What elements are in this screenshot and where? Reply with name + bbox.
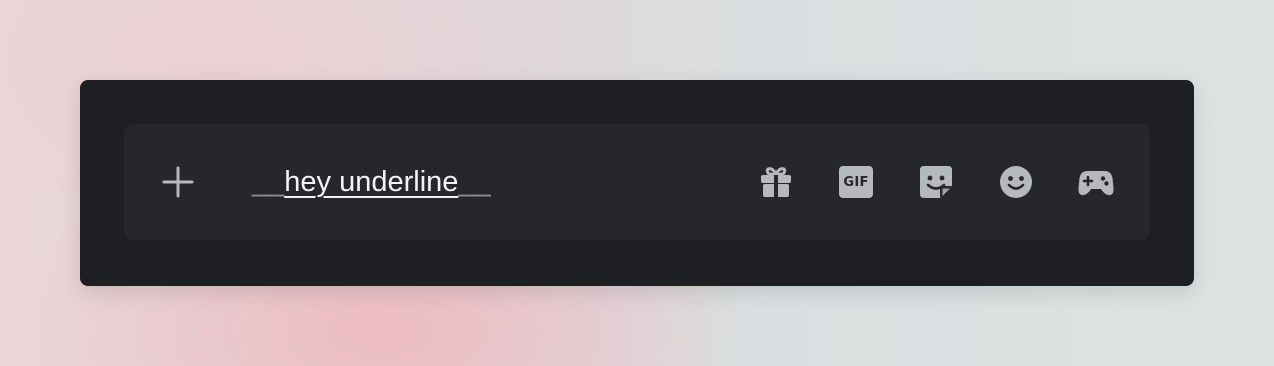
sticker-button[interactable]	[918, 164, 954, 200]
gif-label: GIF	[843, 174, 869, 190]
markdown-close-marker: __	[458, 166, 491, 198]
chat-window: __hey underline__ GIF	[80, 80, 1194, 286]
message-composer: __hey underline__ GIF	[124, 124, 1150, 240]
composer-actions: GIF	[758, 164, 1114, 200]
message-input[interactable]: __hey underline__	[252, 163, 491, 201]
message-text: hey underline	[284, 166, 459, 198]
gamepad-icon	[1078, 171, 1114, 196]
gif-button[interactable]: GIF	[838, 164, 874, 200]
sticker-icon	[920, 166, 952, 198]
emoji-button[interactable]	[998, 164, 1034, 200]
attach-button[interactable]	[160, 164, 196, 200]
apps-button[interactable]	[1078, 164, 1114, 200]
smiley-icon	[1000, 166, 1032, 198]
plus-icon	[162, 166, 194, 198]
markdown-open-marker: __	[252, 166, 285, 198]
gift-button[interactable]	[758, 164, 794, 200]
gift-icon	[761, 167, 791, 197]
gif-icon: GIF	[839, 166, 873, 198]
